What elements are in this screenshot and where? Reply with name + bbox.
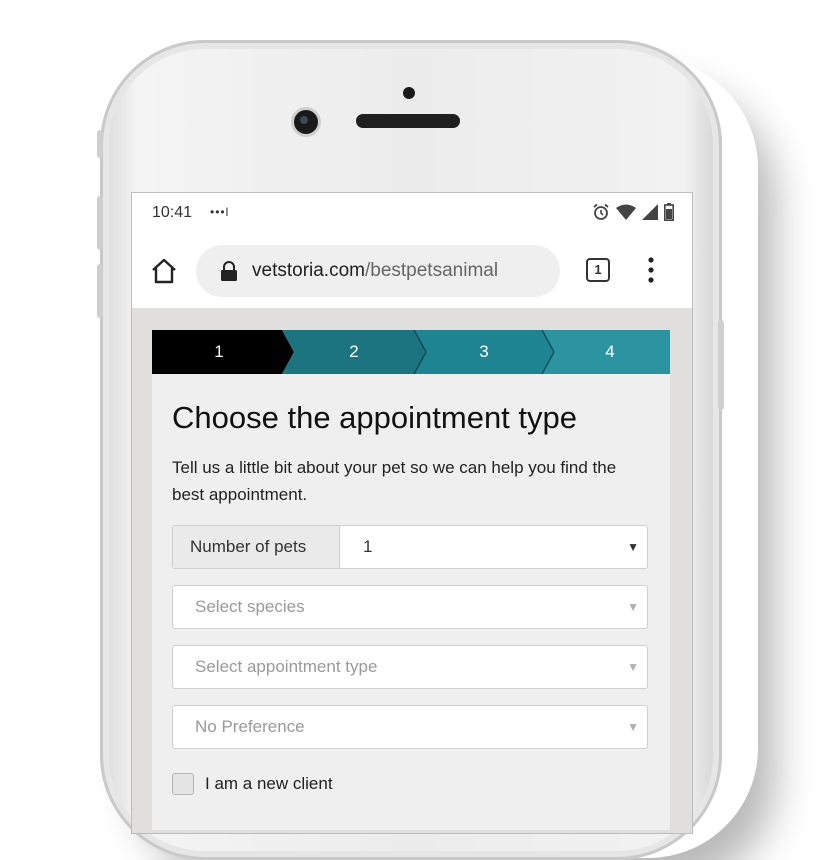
url-text: vetstoria.com/bestpetsanimal [252, 260, 498, 282]
form-header: Choose the appointment type Tell us a li… [172, 400, 652, 508]
signal-icon [642, 204, 658, 220]
front-camera [294, 110, 318, 134]
volume-up-button [97, 196, 103, 250]
chevron-down-icon: ▼ [627, 720, 639, 734]
chevron-down-icon: ▼ [627, 660, 639, 674]
lock-icon [221, 261, 237, 281]
new-client-checkbox[interactable] [172, 773, 194, 795]
appointment-type-placeholder: Select appointment type [195, 657, 378, 676]
browser-toolbar: vetstoria.com/bestpetsanimal 1 [132, 241, 692, 301]
step-4-label[interactable]: 4 [590, 330, 630, 374]
status-time: 10:41 [152, 204, 193, 221]
alarm-icon [593, 203, 609, 220]
booking-card: 1 2 3 4 Choose the appointment type Tell… [152, 329, 670, 830]
mute-switch [97, 130, 103, 158]
status-icons [592, 203, 674, 221]
number-of-pets-select[interactable]: Number of pets 1 ▼ [172, 525, 648, 569]
number-of-pets-label: Number of pets [173, 526, 340, 568]
appointment-type-select[interactable]: Select appointment type ▼ [172, 645, 648, 689]
new-client-label[interactable]: I am a new client [205, 774, 333, 794]
species-placeholder: Select species [195, 597, 305, 616]
wifi-icon [616, 204, 636, 220]
page-content: 1 2 3 4 Choose the appointment type Tell… [132, 308, 692, 833]
url-domain: vetstoria.com [252, 260, 365, 281]
step-3-label[interactable]: 3 [464, 330, 504, 374]
new-client-row: I am a new client [172, 773, 333, 795]
chevron-down-icon: ▼ [627, 600, 639, 614]
preference-value: No Preference [195, 717, 305, 736]
chevron-down-icon: ▼ [627, 540, 639, 554]
overflow-menu-icon[interactable] [648, 255, 654, 285]
phone-screen: 10:41 •••l vetstoria.com/bestpetsanimal … [131, 192, 693, 834]
status-bar: 10:41 •••l [132, 193, 692, 235]
volume-down-button [97, 264, 103, 318]
step-1-label[interactable]: 1 [199, 330, 239, 374]
page-subtitle: Tell us a little bit about your pet so w… [172, 458, 617, 504]
progress-stepper: 1 2 3 4 [152, 329, 670, 375]
species-select[interactable]: Select species ▼ [172, 585, 648, 629]
url-path: /bestpetsanimal [364, 260, 499, 281]
page-title: Choose the appointment type [172, 400, 577, 435]
proximity-sensor [403, 87, 415, 99]
power-button [718, 320, 724, 410]
battery-icon [664, 203, 674, 221]
url-bar[interactable]: vetstoria.com/bestpetsanimal [196, 245, 560, 297]
tab-switcher-button[interactable]: 1 [586, 258, 610, 282]
number-of-pets-value: 1 [363, 537, 373, 556]
notification-dots: •••l [210, 205, 230, 219]
earpiece-speaker [356, 114, 460, 128]
home-icon[interactable] [150, 257, 178, 285]
step-2-label[interactable]: 2 [334, 330, 374, 374]
preference-select[interactable]: No Preference ▼ [172, 705, 648, 749]
